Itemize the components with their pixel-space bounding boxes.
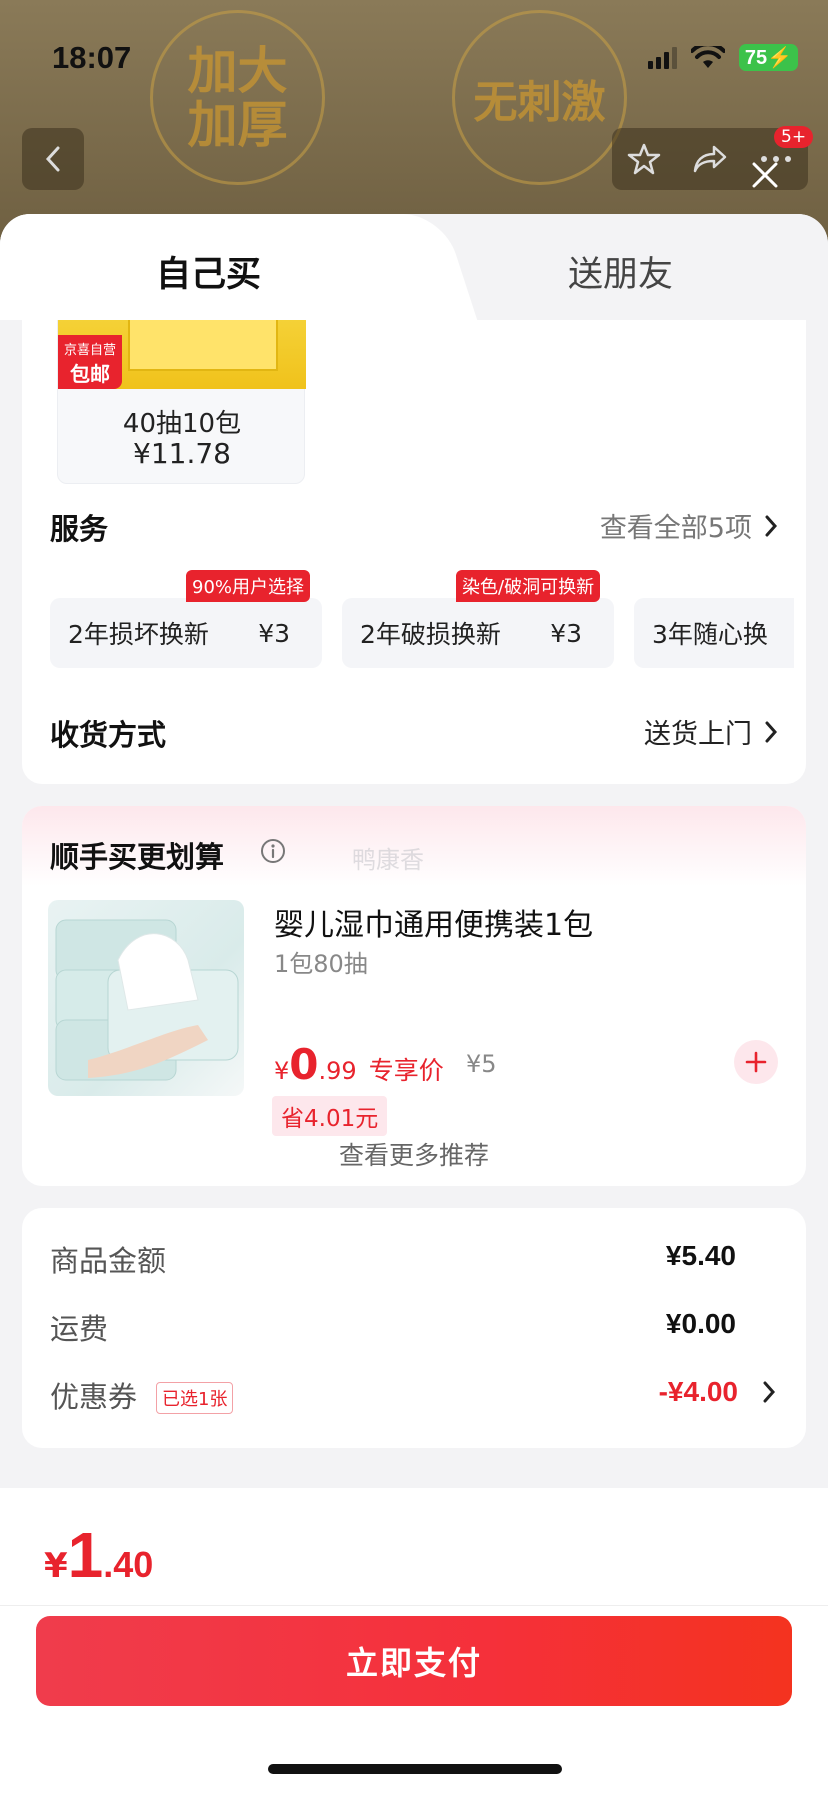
service-option-tag: 90%用户选择 [186,570,311,602]
product-price: ¥11.78 [133,437,231,470]
price-label: 专享价 [368,1056,444,1085]
pay-now-button[interactable]: 立即支付 [36,1616,792,1706]
star-icon[interactable] [627,142,661,176]
shipping-label: 运费 [50,1312,109,1346]
chevron-right-icon [765,515,778,536]
service-option[interactable]: 3年随心换 [634,598,794,668]
addon-price: ¥ 0 .99 专享价 [274,1040,444,1089]
plus-icon [745,1051,767,1073]
service-view-all-label: 查看全部5项 [599,513,752,544]
service-option-label: 3年随心换 [652,620,768,649]
service-option-price: ¥3 [550,618,582,648]
checkout-bar: ¥ 1 .40 立即支付 [0,1488,828,1793]
service-option[interactable]: 2年损坏换新 ¥3 [50,598,322,668]
tab-gift-friend[interactable]: 送朋友 [568,246,673,297]
tab-buy-self[interactable]: 自己买 [156,246,261,297]
service-option-price: ¥3 [258,618,290,648]
tab-bar: 自己买 送朋友 [0,214,828,320]
tag-top-text: 京喜自营 [63,343,116,358]
original-price: ¥5 [466,1050,497,1078]
goods-amount-label: 商品金额 [50,1244,167,1278]
goods-amount-value: ¥5.40 [665,1240,736,1271]
service-option-label: 2年破损换新 [360,620,501,649]
service-option-tag: 染色/破洞可换新 [456,570,601,602]
cellular-signal-icon [647,46,677,69]
tag-bottom-text: 包邮 [70,362,110,386]
home-indicator [268,1764,562,1774]
back-button[interactable] [22,128,84,190]
price-decimal: .99 [318,1057,357,1085]
shipping-value: ¥0.00 [665,1308,736,1339]
add-addon-button[interactable] [734,1040,778,1084]
watermark: 鸭康香 [352,846,424,874]
product-spec: 40抽10包 [122,409,242,439]
cart-badge: 5+ [774,126,814,148]
total-decimal: .40 [103,1544,154,1585]
service-option[interactable]: 2年破损换新 ¥3 [342,598,614,668]
service-view-all[interactable]: 查看全部5项 [600,506,778,545]
addon-product-name[interactable]: 婴儿湿巾通用便携装1包 [274,900,593,944]
savings-badge: 省4.01元 [272,1096,388,1136]
status-time: 18:07 [52,40,132,75]
coupon-value[interactable]: -¥4.00 [659,1376,738,1408]
addon-card: 顺手买更划算 鸭康香 婴儿湿巾通用便携装1包 1包80抽 ¥ 0 .99 专享价 [22,806,806,1186]
addon-title: 顺手买更划算 [50,840,225,874]
share-icon[interactable] [692,144,728,174]
price-summary: 商品金额 ¥5.40 运费 ¥0.00 优惠券 已选1张 -¥4.00 [22,1208,806,1448]
free-shipping-tag: 京喜自营 包邮 [58,335,122,389]
total-currency: ¥ [44,1546,68,1586]
chevron-right-icon [765,721,778,742]
price-integer: 0 [289,1040,319,1089]
delivery-value: 送货上门 [644,719,752,750]
battery-indicator: 75⚡ [738,44,798,71]
total-price: ¥ 1 .40 [44,1518,153,1592]
wifi-icon [690,45,725,68]
chevron-down-icon [22,1172,806,1186]
service-title: 服务 [50,512,109,546]
total-integer: 1 [67,1519,104,1591]
coupon-selected-badge: 已选1张 [156,1382,234,1414]
coupon-label: 优惠券 [50,1380,138,1414]
order-options-card: 京喜自营 包邮 40抽10包 ¥11.78 服务 查看全部5项 2年损坏换新 ¥… [22,320,806,784]
price-currency: ¥ [274,1057,290,1085]
chevron-left-icon [45,146,60,172]
more-recommendations-label: 查看更多推荐 [338,1141,489,1170]
close-icon[interactable] [750,160,780,190]
addon-product-spec: 1包80抽 [274,950,368,978]
battery-level: 75 [744,47,768,69]
status-bar: 18:07 75⚡ [0,0,828,120]
more-recommendations[interactable]: 查看更多推荐 [22,1136,806,1186]
chevron-right-icon[interactable] [762,1380,776,1404]
addon-product-image[interactable] [48,900,244,1096]
product-option[interactable]: 京喜自营 包邮 40抽10包 ¥11.78 [57,320,306,484]
delivery-title: 收货方式 [50,718,167,752]
service-option-label: 2年损坏换新 [68,620,209,649]
info-icon[interactable] [260,838,286,864]
delivery-method[interactable]: 送货上门 [644,712,778,751]
